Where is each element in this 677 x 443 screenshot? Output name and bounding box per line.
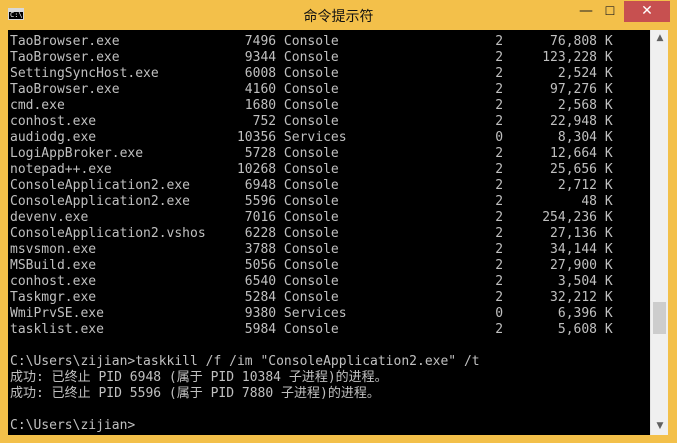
console-line: msvsmon.exe 3788 Console 2 34,144 K [10, 242, 613, 257]
console-line: LogiAppBroker.exe 5728 Console 2 12,664 … [10, 146, 613, 161]
scroll-thumb[interactable] [653, 302, 666, 334]
title-bar[interactable]: C:\ 命令提示符 — ☐ ✕ [0, 0, 677, 30]
console-line: 成功: 已终止 PID 5596 (属于 PID 7880 子进程)的进程。 [10, 386, 380, 401]
console-line: ConsoleApplication2.exe 6948 Console 2 2… [10, 178, 613, 193]
console-line: Taskmgr.exe 5284 Console 2 32,212 K [10, 290, 613, 305]
console-line: TaoBrowser.exe 7496 Console 2 76,808 K [10, 34, 613, 49]
command-prompt-window: C:\ 命令提示符 — ☐ ✕ TaoBrowser.exe 7496 Cons… [0, 0, 677, 443]
console-line: notepad++.exe 10268 Console 2 25,656 K [10, 162, 613, 177]
minimize-button[interactable]: — [574, 1, 598, 22]
console-line: tasklist.exe 5984 Console 2 5,608 K [10, 322, 613, 337]
scroll-down-icon[interactable]: ▼ [651, 418, 669, 435]
console-line: TaoBrowser.exe 9344 Console 2 123,228 K [10, 50, 613, 65]
console-line: C:\Users\zijian>taskkill /f /im "Console… [10, 354, 480, 369]
console-line: devenv.exe 7016 Console 2 254,236 K [10, 210, 613, 225]
console-line: audiodg.exe 10356 Services 0 8,304 K [10, 130, 613, 145]
console-line: conhost.exe 6540 Console 2 3,504 K [10, 274, 613, 289]
maximize-button[interactable]: ☐ [598, 1, 622, 22]
console-line: ConsoleApplication2.exe 5596 Console 2 4… [10, 194, 613, 209]
console-output-area[interactable]: TaoBrowser.exe 7496 Console 2 76,808 K Ta… [8, 30, 650, 435]
console-line: ConsoleApplication2.vshos 6228 Console 2… [10, 226, 613, 241]
console-line: MSBuild.exe 5056 Console 2 27,900 K [10, 258, 613, 273]
console-line: SettingSyncHost.exe 6008 Console 2 2,524… [10, 66, 613, 81]
close-button[interactable]: ✕ [624, 1, 670, 22]
vertical-scrollbar[interactable]: ▲ ▼ [650, 30, 668, 435]
console-line: WmiPrvSE.exe 9380 Services 0 6,396 K [10, 306, 613, 321]
window-bottom-border [0, 435, 677, 443]
console-line: cmd.exe 1680 Console 2 2,568 K [10, 98, 613, 113]
scroll-up-icon[interactable]: ▲ [651, 30, 669, 47]
console-line: C:\Users\zijian> [10, 418, 136, 433]
console-line: TaoBrowser.exe 4160 Console 2 97,276 K [10, 82, 613, 97]
console-line: conhost.exe 752 Console 2 22,948 K [10, 114, 613, 129]
console-line: 成功: 已终止 PID 6948 (属于 PID 10384 子进程)的进程。 [10, 370, 388, 385]
